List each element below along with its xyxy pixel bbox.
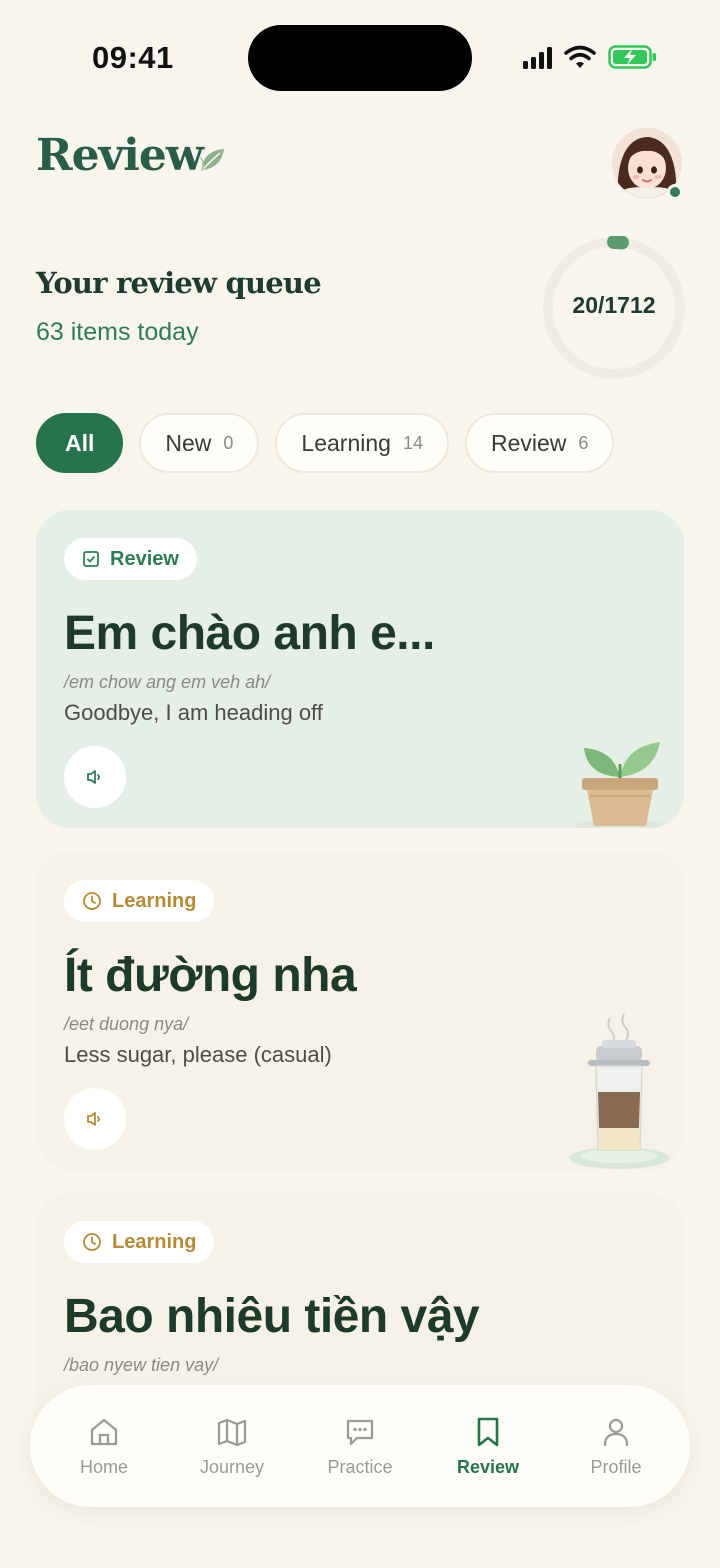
chat-icon	[346, 1419, 374, 1445]
nav-item-home[interactable]: Home	[49, 1415, 159, 1478]
phonetic-text: /em chow ang em veh ah/	[64, 672, 271, 692]
phrase-text: Ít đường nha	[64, 949, 357, 1002]
bottom-nav: Home Journey Practice Review Profile	[30, 1385, 690, 1507]
translation-text: Less sugar, please (casual)	[64, 1042, 332, 1067]
nav-item-profile[interactable]: Profile	[561, 1415, 671, 1478]
play-audio-button[interactable]	[64, 1088, 126, 1150]
cellular-signal-icon	[523, 45, 552, 69]
chip-label: Review	[490, 429, 567, 456]
potted-plant-illustration	[574, 742, 666, 828]
leaf-icon	[199, 149, 224, 171]
phrase-card[interactable]: Learning Ít đường nha /eet duong nya/ Le…	[36, 852, 684, 1170]
clock-icon	[83, 892, 101, 910]
nav-label: Profile	[590, 1456, 642, 1477]
chip-count: 14	[402, 432, 423, 453]
filter-chip-all[interactable]: All	[36, 413, 124, 473]
chip-label: All	[65, 429, 95, 456]
phonetic-text: /bao nyew tien vay/	[64, 1355, 219, 1375]
coffee-filter-illustration	[569, 1013, 669, 1169]
speaker-icon	[87, 770, 100, 784]
phrase-text: Em chào anh e...	[64, 607, 435, 660]
phrase-card[interactable]: Review Em chào anh e... /em chow ang em …	[36, 510, 684, 828]
nav-label: Home	[79, 1456, 128, 1477]
nav-item-practice[interactable]: Practice	[305, 1415, 415, 1478]
status-badge-label: Review	[110, 547, 179, 570]
bookmark-icon	[477, 1417, 499, 1446]
play-audio-button[interactable]	[64, 746, 126, 808]
status-badge-label: Learning	[112, 1230, 197, 1253]
phonetic-text: /eet duong nya/	[64, 1014, 189, 1034]
home-icon	[90, 1418, 118, 1445]
chip-label: New	[165, 429, 212, 456]
status-bar: 09:41	[0, 0, 720, 110]
battery-charging-icon	[608, 45, 656, 69]
nav-label: Review	[456, 1456, 520, 1477]
status-badge: Learning	[64, 880, 215, 922]
chip-count: 6	[578, 432, 589, 453]
filter-chip-learning[interactable]: Learning 14	[275, 413, 449, 473]
status-badge-label: Learning	[112, 889, 197, 912]
speaker-icon	[87, 1112, 100, 1126]
nav-label: Practice	[327, 1456, 393, 1477]
queue-subtitle: 63 items today	[36, 318, 199, 346]
status-icons	[523, 44, 658, 70]
phrase-text: Bao nhiêu tiền vậy	[64, 1290, 480, 1343]
filter-chips: All New 0 Learning 14 Review 6	[36, 413, 615, 473]
status-badge: Review	[64, 538, 197, 580]
nav-item-review[interactable]: Review	[433, 1415, 543, 1478]
checkbox-icon	[83, 551, 99, 567]
nav-item-journey[interactable]: Journey	[177, 1415, 287, 1478]
clock-icon	[83, 1233, 101, 1251]
status-badge: Learning	[64, 1221, 215, 1263]
map-icon	[217, 1418, 247, 1446]
filter-chip-review[interactable]: Review 6	[464, 413, 615, 473]
translation-text: Goodbye, I am heading off	[64, 700, 323, 725]
dynamic-island	[248, 25, 472, 91]
chip-label: Learning	[301, 429, 391, 456]
progress-label: 20/1712	[572, 292, 656, 318]
nav-label: Journey	[199, 1456, 265, 1477]
online-status-dot	[667, 184, 683, 200]
filter-chip-new[interactable]: New 0	[139, 413, 260, 473]
chip-count: 0	[223, 432, 234, 453]
wifi-icon	[564, 45, 596, 68]
status-time: 09:41	[92, 40, 174, 75]
user-icon	[603, 1418, 629, 1446]
queue-title: Your review queue	[36, 266, 322, 300]
page-title: Review	[36, 130, 204, 181]
